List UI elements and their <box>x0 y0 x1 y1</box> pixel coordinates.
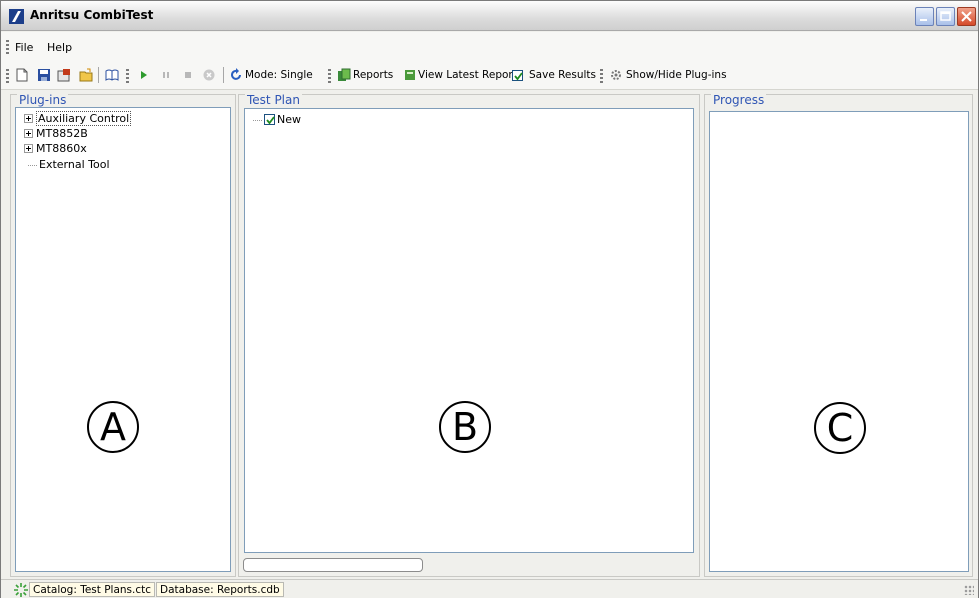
reports-icon <box>338 68 351 81</box>
toolbar-grip-3[interactable] <box>328 69 331 83</box>
maximize-button[interactable] <box>936 7 955 26</box>
status-bar: Catalog: Test Plans.ctc Database: Report… <box>1 579 978 598</box>
toolbar-grip-4[interactable] <box>600 69 603 83</box>
tree-connector <box>253 119 262 121</box>
expand-icon[interactable] <box>24 114 33 123</box>
tree-item-label: MT8860x <box>36 142 87 155</box>
marker-a: A <box>87 401 139 453</box>
pause-icon[interactable] <box>159 68 173 82</box>
tree-item-label: MT8852B <box>36 127 88 140</box>
abort-icon[interactable] <box>202 68 216 82</box>
stop-icon[interactable] <box>181 68 195 82</box>
marker-b: B <box>439 401 491 453</box>
title-bar[interactable]: Anritsu CombiTest <box>1 1 978 31</box>
toolbar: Mode: Single Reports View Latest Report … <box>1 62 978 90</box>
resize-grip[interactable] <box>964 585 974 595</box>
book-icon[interactable] <box>105 68 119 82</box>
save-results-label: Save Results <box>529 69 597 81</box>
show-hide-plugins-button[interactable]: Show/Hide Plug-ins <box>626 69 727 81</box>
minimize-icon <box>920 19 927 21</box>
plugins-icon <box>611 70 621 80</box>
test-plan-panel-title: Test Plan <box>245 93 302 107</box>
tree-item-mt8852b[interactable]: MT8852B <box>24 127 88 141</box>
close-icon <box>961 11 972 22</box>
tree-item-label: New <box>277 113 301 126</box>
properties-icon[interactable] <box>57 68 71 82</box>
tree-connector <box>28 164 37 166</box>
activity-icon <box>14 583 28 597</box>
plugins-tree[interactable]: Auxiliary Control MT8852B MT8860x Extern… <box>15 107 231 572</box>
menu-grip[interactable] <box>6 40 9 54</box>
checkmark-icon <box>514 72 523 81</box>
expand-icon[interactable] <box>24 144 33 153</box>
reports-button[interactable]: Reports <box>353 69 393 81</box>
app-window: Anritsu CombiTest File Help Mode: Single… <box>0 0 979 598</box>
new-checkbox[interactable] <box>264 114 275 125</box>
tree-item-new[interactable]: New <box>253 113 301 127</box>
progress-area[interactable]: C <box>709 111 969 572</box>
toolbar-grip-1[interactable] <box>6 69 9 83</box>
maximize-icon <box>940 11 951 21</box>
refresh-mode-icon <box>231 68 241 80</box>
new-icon[interactable] <box>15 68 29 82</box>
tree-item-label: Auxiliary Control <box>36 111 132 126</box>
minimize-button[interactable] <box>915 7 934 26</box>
progress-panel-title: Progress <box>711 93 767 107</box>
view-report-icon <box>405 70 415 80</box>
play-icon[interactable] <box>137 68 151 82</box>
view-latest-report-button[interactable]: View Latest Report <box>418 69 517 81</box>
status-database: Database: Reports.cdb <box>156 582 284 597</box>
plugins-panel-title: Plug-ins <box>17 93 69 107</box>
tree-item-mt8860x[interactable]: MT8860x <box>24 142 87 156</box>
checkmark-icon <box>266 116 275 125</box>
expand-icon[interactable] <box>24 129 33 138</box>
toolbar-grip-2[interactable] <box>126 69 129 83</box>
test-plan-hscroll[interactable] <box>243 558 423 572</box>
menu-file[interactable]: File <box>15 41 33 54</box>
test-plan-tree[interactable]: New B <box>244 108 694 553</box>
tree-item-external-tool[interactable]: External Tool <box>28 158 110 172</box>
marker-c: C <box>814 402 866 454</box>
toolbar-separator <box>223 67 224 83</box>
menu-bar: File Help <box>1 32 978 62</box>
menu-help[interactable]: Help <box>47 41 72 54</box>
tree-item-label: External Tool <box>39 158 110 171</box>
test-plan-panel: Test Plan New B <box>238 93 700 577</box>
progress-panel: Progress C <box>704 93 973 577</box>
anritsu-logo-icon <box>9 9 24 24</box>
save-results-checkbox[interactable] <box>512 70 523 81</box>
tree-item-auxiliary-control[interactable]: Auxiliary Control <box>24 111 132 126</box>
close-button[interactable] <box>957 7 976 26</box>
open-folder-icon[interactable] <box>79 68 93 82</box>
save-icon[interactable] <box>37 68 51 82</box>
status-catalog: Catalog: Test Plans.ctc <box>29 582 156 597</box>
window-title: Anritsu CombiTest <box>30 8 154 22</box>
plugins-panel: Plug-ins Auxiliary Control MT8852B MT886… <box>10 93 236 577</box>
mode-button[interactable]: Mode: Single <box>245 69 313 81</box>
toolbar-separator <box>98 67 99 83</box>
